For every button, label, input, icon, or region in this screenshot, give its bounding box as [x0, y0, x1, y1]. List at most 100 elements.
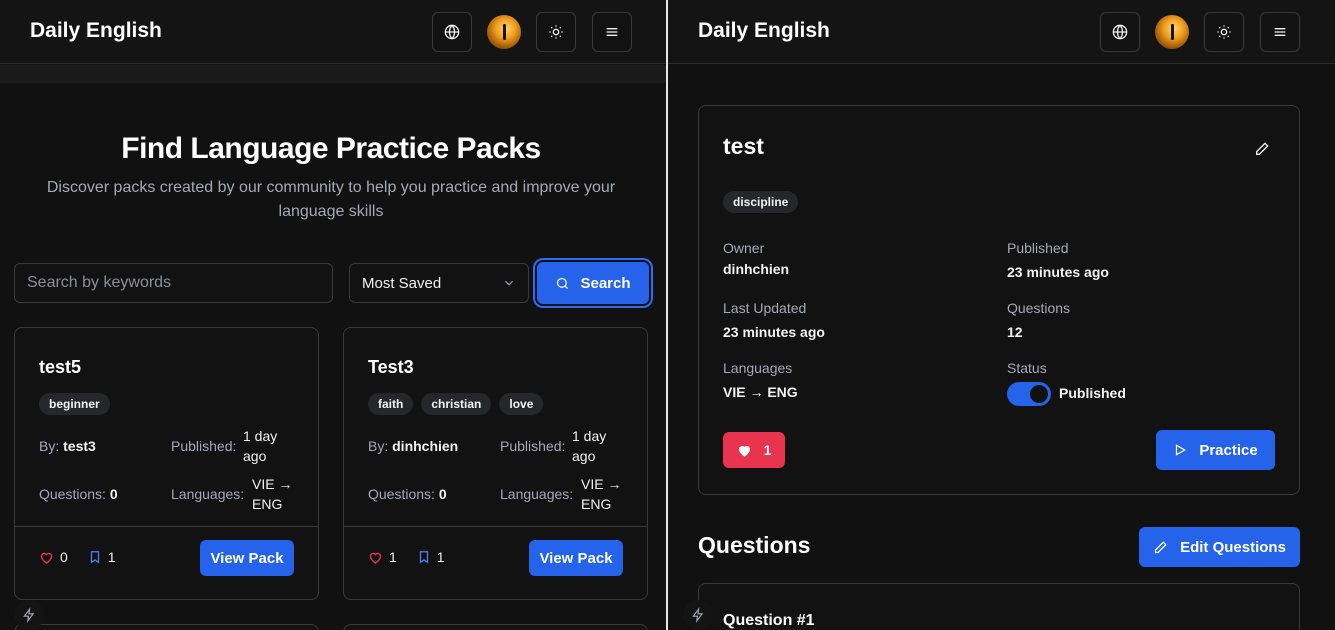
search-button-label: Search: [580, 274, 631, 292]
brand-title[interactable]: Daily English: [30, 19, 162, 43]
sun-icon: [549, 25, 563, 39]
pack-card-next: [14, 624, 319, 630]
menu-button[interactable]: [1260, 12, 1300, 52]
tag-list: discipline: [723, 191, 799, 213]
view-pack-button[interactable]: View Pack: [529, 540, 623, 576]
published-label: Published:: [171, 438, 237, 454]
language-button[interactable]: [432, 12, 472, 52]
pencil-icon: [1256, 142, 1269, 155]
languages-label: Languages: [723, 360, 793, 376]
bolt-icon: [692, 607, 704, 623]
questions-value: 12: [1007, 324, 1023, 340]
question-card: Question #1: [698, 583, 1300, 630]
menu-button[interactable]: [592, 12, 632, 52]
languages-label: Languages:: [171, 486, 245, 502]
author-label: By:: [39, 438, 60, 454]
top-header: Daily English: [0, 0, 666, 64]
publish-toggle[interactable]: [1007, 382, 1051, 406]
heart-icon[interactable]: [368, 550, 383, 565]
theme-toggle-button[interactable]: [1204, 12, 1244, 52]
languages-value: VIE → ENG: [252, 476, 293, 512]
left-pane: Daily English Find Language Practice Pac…: [0, 0, 666, 630]
pack-author: By: test3: [39, 436, 96, 456]
like-count: 0: [60, 549, 68, 565]
tag-chip[interactable]: discipline: [723, 191, 799, 213]
questions-value: 0: [438, 486, 447, 502]
bookmark-icon[interactable]: [88, 550, 102, 564]
play-icon: [1176, 444, 1187, 456]
published-value: 1 day ago: [572, 428, 607, 464]
heart-icon[interactable]: [39, 550, 54, 565]
edit-pack-button[interactable]: [1251, 138, 1273, 160]
search-icon: [557, 277, 569, 289]
like-button[interactable]: 1: [723, 432, 785, 468]
sort-select[interactable]: Most Saved: [349, 263, 529, 303]
owner-label: Owner: [723, 240, 765, 256]
top-header: Daily English: [668, 0, 1335, 64]
card-divider: [344, 526, 647, 527]
save-count: 1: [107, 549, 116, 565]
page-title: Find Language Practice Packs: [121, 132, 541, 165]
header-strip: [0, 65, 666, 83]
heart-icon: [738, 445, 750, 457]
tag-chip[interactable]: beginner: [39, 393, 110, 415]
edit-questions-label: Edit Questions: [1180, 538, 1286, 556]
pack-card[interactable]: test5 beginner By: test3 Published: 1 da…: [14, 327, 319, 600]
search-button[interactable]: Search: [537, 262, 649, 304]
globe-icon: [1112, 24, 1128, 40]
pack-questions: Questions: 0: [368, 484, 447, 504]
questions-label: Questions:: [39, 486, 106, 502]
bolt-icon: [23, 607, 35, 623]
avatar[interactable]: [1155, 15, 1189, 49]
pack-title[interactable]: test5: [39, 357, 81, 378]
pack-detail-card: test discipline Owner dinhchien Publishe…: [698, 105, 1300, 495]
pack-card[interactable]: Test3 faith christian love By: dinhchien…: [343, 327, 648, 600]
pack-title[interactable]: Test3: [368, 357, 414, 378]
view-pack-button[interactable]: View Pack: [200, 540, 294, 576]
status-label: Status: [1007, 360, 1047, 376]
published-label: Published:: [500, 438, 566, 454]
page-subtitle: Discover packs created by our community …: [46, 179, 616, 220]
tag-list: faith christian love: [368, 393, 544, 415]
pack-title: test: [723, 133, 764, 159]
owner-value: dinhchien: [723, 261, 790, 277]
theme-toggle-button[interactable]: [536, 12, 576, 52]
quick-action-button[interactable]: [683, 600, 713, 630]
tag-chip[interactable]: christian: [421, 393, 492, 415]
pack-card-next: [343, 624, 648, 630]
brand-title[interactable]: Daily English: [698, 19, 830, 43]
practice-label: Practice: [1199, 441, 1258, 459]
tag-chip[interactable]: faith: [368, 393, 414, 415]
published-label: Published: [1007, 240, 1069, 256]
edit-questions-button[interactable]: Edit Questions: [1139, 527, 1300, 567]
like-count: 1: [763, 442, 772, 458]
updated-value: 23 minutes ago: [723, 324, 825, 340]
sort-selected-value: Most Saved: [362, 274, 442, 292]
pencil-icon: [1154, 540, 1167, 553]
quick-action-button[interactable]: [14, 600, 44, 630]
languages-value: VIE → ENG: [723, 384, 798, 400]
menu-icon: [606, 28, 618, 36]
status-value: Published: [1059, 385, 1126, 401]
globe-icon: [444, 24, 460, 40]
pack-questions: Questions: 0: [39, 484, 118, 504]
practice-button[interactable]: Practice: [1156, 430, 1275, 470]
questions-heading: Questions: [698, 532, 811, 558]
card-stats: 0 1: [39, 549, 116, 565]
published-value: 1 day ago: [243, 428, 278, 464]
published-value: 23 minutes ago: [1007, 264, 1109, 280]
search-input[interactable]: [14, 263, 333, 303]
author-value: dinhchien: [392, 438, 459, 454]
menu-icon: [1274, 28, 1286, 36]
like-count: 1: [389, 549, 397, 565]
question-title: Question #1: [723, 612, 815, 629]
language-button[interactable]: [1100, 12, 1140, 52]
save-count: 1: [436, 549, 445, 565]
bookmark-icon[interactable]: [417, 550, 431, 564]
tag-list: beginner: [39, 393, 110, 415]
avatar[interactable]: [487, 15, 521, 49]
author-value: test3: [63, 438, 96, 454]
tag-chip[interactable]: love: [499, 393, 544, 415]
languages-value: VIE → ENG: [581, 476, 622, 512]
chevron-down-icon: [505, 280, 513, 286]
